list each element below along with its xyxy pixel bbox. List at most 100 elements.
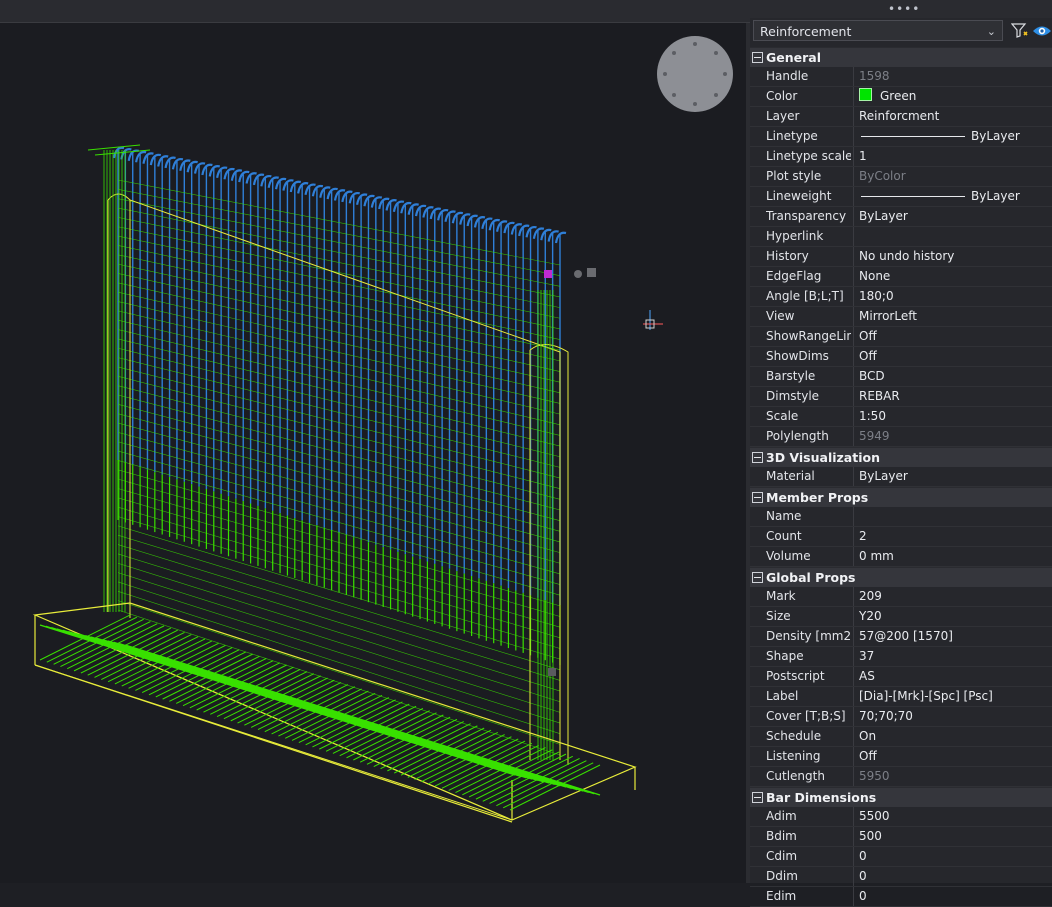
property-row-lineweight[interactable]: Lineweight ByLayer [750, 187, 1052, 207]
property-value[interactable]: AS [859, 667, 1048, 686]
property-value[interactable]: 2 [859, 527, 1048, 546]
property-value[interactable]: 5950 [859, 767, 1048, 786]
collapse-toggle-icon[interactable] [752, 452, 763, 463]
property-value[interactable]: [Dia]-[Mrk]-[Spc] [Psc] [859, 687, 1048, 706]
property-value[interactable]: Green [859, 87, 1048, 106]
property-row-plot-style[interactable]: Plot style ByColor [750, 167, 1052, 187]
property-row-cover-t-b-s[interactable]: Cover [T;B;S] 70;70;70 [750, 707, 1052, 727]
property-row-hyperlink[interactable]: Hyperlink [750, 227, 1052, 247]
property-value[interactable]: 0 [859, 887, 1048, 906]
property-value[interactable]: 0 [859, 847, 1048, 866]
property-value[interactable]: REBAR [859, 387, 1048, 406]
property-row-linetype-scale[interactable]: Linetype scale 1 [750, 147, 1052, 167]
property-row-mark[interactable]: Mark 209 [750, 587, 1052, 607]
entity-type-select[interactable]: Reinforcement ⌄ [753, 20, 1003, 41]
property-value[interactable]: MirrorLeft [859, 307, 1048, 326]
property-row-history[interactable]: History No undo history [750, 247, 1052, 267]
property-value[interactable]: 500 [859, 827, 1048, 846]
property-value[interactable]: 209 [859, 587, 1048, 606]
property-row-view[interactable]: View MirrorLeft [750, 307, 1052, 327]
property-value[interactable]: ByColor [859, 167, 1048, 186]
property-row-adim[interactable]: Adim 5500 [750, 807, 1052, 827]
property-row-edim[interactable]: Edim 0 [750, 887, 1052, 907]
property-row-scale[interactable]: Scale 1:50 [750, 407, 1052, 427]
property-value-text: 0 [859, 849, 867, 863]
property-row-angle-b-l-t[interactable]: Angle [B;L;T] 180;0 [750, 287, 1052, 307]
property-value[interactable]: 57@200 [1570] [859, 627, 1048, 646]
property-row-label[interactable]: Label [Dia]-[Mrk]-[Spc] [Psc] [750, 687, 1052, 707]
property-value-text: No undo history [859, 249, 955, 263]
property-value[interactable]: ByLayer [859, 207, 1048, 226]
property-row-linetype[interactable]: Linetype ByLayer [750, 127, 1052, 147]
property-row-cutlength[interactable]: Cutlength 5950 [750, 767, 1052, 787]
property-row-handle[interactable]: Handle 1598 [750, 67, 1052, 87]
property-row-barstyle[interactable]: Barstyle BCD [750, 367, 1052, 387]
category-member-props[interactable]: Member Props [750, 487, 1052, 507]
property-row-showrangeline[interactable]: ShowRangeLine Off [750, 327, 1052, 347]
more-options-icon[interactable]: •••• [888, 2, 920, 16]
property-value[interactable]: On [859, 727, 1048, 746]
property-value[interactable]: 70;70;70 [859, 707, 1048, 726]
property-row-showdims[interactable]: ShowDims Off [750, 347, 1052, 367]
property-row-transparency[interactable]: Transparency ByLayer [750, 207, 1052, 227]
property-value[interactable]: Reinforcment [859, 107, 1048, 126]
property-value[interactable]: ByLayer [859, 127, 1048, 146]
property-row-count[interactable]: Count 2 [750, 527, 1052, 547]
collapse-toggle-icon[interactable] [752, 792, 763, 803]
property-row-volume[interactable]: Volume 0 mm [750, 547, 1052, 567]
property-value[interactable]: 0 mm [859, 547, 1048, 566]
property-value[interactable]: BCD [859, 367, 1048, 386]
property-row-schedule[interactable]: Schedule On [750, 727, 1052, 747]
property-row-ddim[interactable]: Ddim 0 [750, 867, 1052, 887]
property-row-listening[interactable]: Listening Off [750, 747, 1052, 767]
property-value[interactable]: 5949 [859, 427, 1048, 446]
category-3d-visualization[interactable]: 3D Visualization [750, 447, 1052, 467]
property-value[interactable]: No undo history [859, 247, 1048, 266]
category-bar-dimensions[interactable]: Bar Dimensions [750, 787, 1052, 807]
collapse-toggle-icon[interactable] [752, 492, 763, 503]
property-value[interactable]: Off [859, 327, 1048, 346]
property-value-text: ByLayer [859, 209, 908, 223]
column-divider [853, 527, 854, 546]
property-value[interactable]: 1 [859, 147, 1048, 166]
property-value[interactable]: ByLayer [859, 187, 1048, 206]
property-row-density-mm2[interactable]: Density [mm2] 57@200 [1570] [750, 627, 1052, 647]
property-value[interactable]: Y20 [859, 607, 1048, 626]
category-title: Member Props [766, 490, 869, 505]
property-value[interactable]: None [859, 267, 1048, 286]
property-value[interactable]: Off [859, 747, 1048, 766]
property-row-shape[interactable]: Shape 37 [750, 647, 1052, 667]
property-row-size[interactable]: Size Y20 [750, 607, 1052, 627]
category-title: Global Props [766, 570, 856, 585]
collapse-toggle-icon[interactable] [752, 52, 763, 63]
rebar-3d-model[interactable] [0, 23, 746, 883]
property-value[interactable]: Off [859, 347, 1048, 366]
property-value[interactable]: 5500 [859, 807, 1048, 826]
collapse-toggle-icon[interactable] [752, 572, 763, 583]
property-row-layer[interactable]: Layer Reinforcment [750, 107, 1052, 127]
property-value[interactable]: 0 [859, 867, 1048, 886]
property-row-edgeflag[interactable]: EdgeFlag None [750, 267, 1052, 287]
category-title: General [766, 50, 821, 65]
property-value[interactable]: ByLayer [859, 467, 1048, 486]
property-row-cdim[interactable]: Cdim 0 [750, 847, 1052, 867]
property-row-color[interactable]: Color Green [750, 87, 1052, 107]
property-row-postscript[interactable]: Postscript AS [750, 667, 1052, 687]
property-value-text: 1:50 [859, 409, 886, 423]
property-row-bdim[interactable]: Bdim 500 [750, 827, 1052, 847]
category-global-props[interactable]: Global Props [750, 567, 1052, 587]
property-value[interactable]: 1:50 [859, 407, 1048, 426]
category-general[interactable]: General [750, 47, 1052, 67]
property-row-polylength[interactable]: Polylength 5949 [750, 427, 1052, 447]
navigation-wheel-icon[interactable] [657, 36, 733, 112]
visibility-eye-icon[interactable] [1032, 23, 1052, 39]
property-row-dimstyle[interactable]: Dimstyle REBAR [750, 387, 1052, 407]
property-key: Hyperlink [766, 229, 824, 243]
property-value[interactable]: 37 [859, 647, 1048, 666]
property-value[interactable]: 180;0 [859, 287, 1048, 306]
property-row-material[interactable]: Material ByLayer [750, 467, 1052, 487]
quick-select-filter-icon[interactable] [1011, 22, 1029, 40]
property-value[interactable]: 1598 [859, 67, 1048, 86]
property-row-name[interactable]: Name [750, 507, 1052, 527]
model-viewport[interactable] [0, 23, 746, 883]
